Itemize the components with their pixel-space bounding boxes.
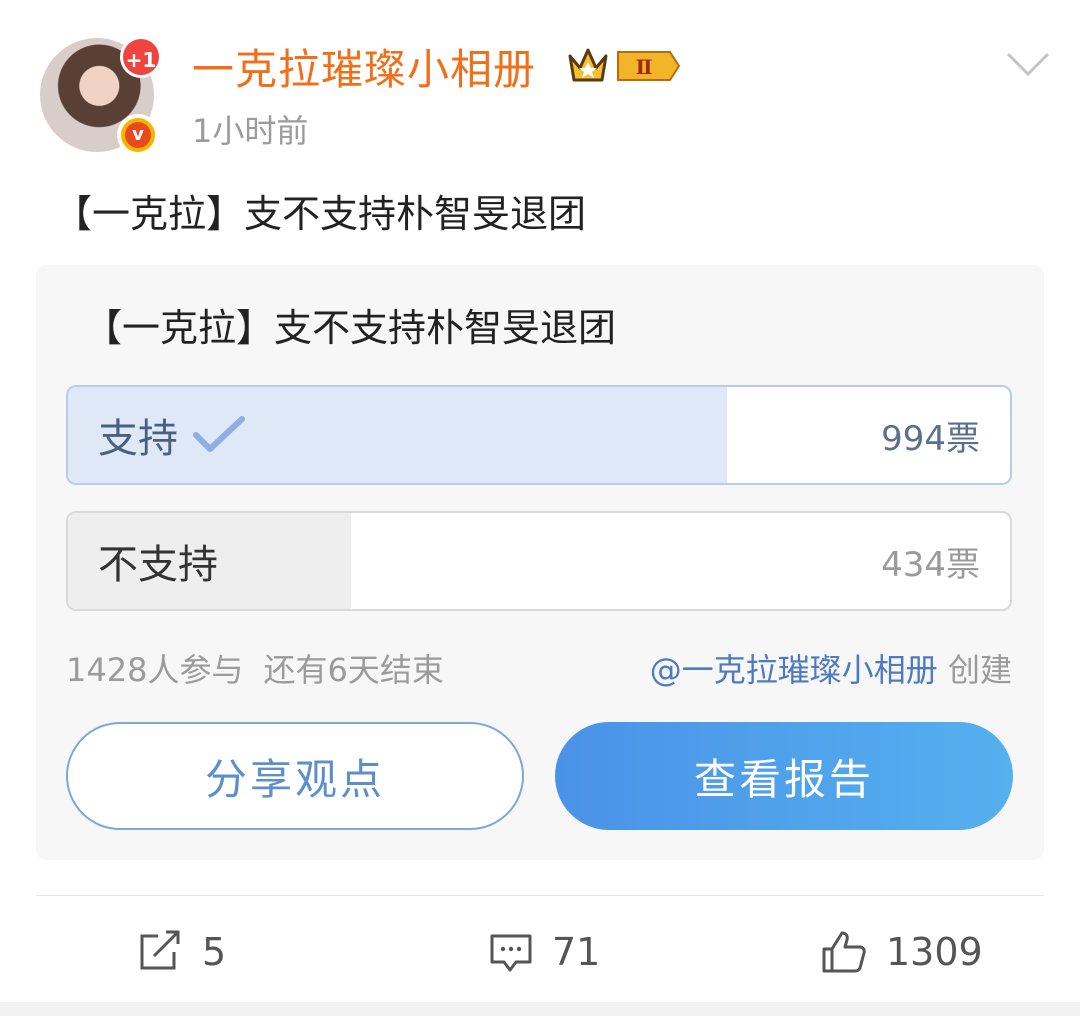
notification-badge: +1 — [120, 36, 162, 78]
poll-option-votes: 434票 — [881, 544, 980, 585]
poll-option-label: 支持 — [98, 416, 178, 462]
like-count: 1309 — [886, 930, 983, 974]
repost-icon — [140, 930, 180, 970]
feed-separator — [0, 1002, 1080, 1016]
divider — [36, 895, 1044, 896]
poll-meta: 1428人参与 还有6天结束 @一克拉璀璨小相册 创建 — [66, 645, 1012, 695]
poll-option-votes: 994票 — [881, 418, 980, 459]
thumbs-up-icon — [822, 931, 866, 973]
view-report-button[interactable]: 查看报告 — [555, 722, 1013, 830]
comment-icon — [490, 934, 532, 972]
poll-time-left: 还有6天结束 — [263, 651, 444, 689]
poll-title: 【一克拉】支不支持朴智旻退团 — [84, 306, 617, 350]
comment-button[interactable]: 71 — [488, 920, 600, 984]
like-button[interactable]: 1309 — [820, 920, 983, 984]
post-text: 【一克拉】支不支持朴智旻退团 — [54, 192, 587, 236]
post-timestamp: 1小时前 — [192, 112, 309, 150]
share-opinion-button[interactable]: 分享观点 — [66, 722, 524, 830]
poll-card: 【一克拉】支不支持朴智旻退团 支持 994票 不支持 434票 1428人参与还… — [36, 265, 1044, 860]
poll-option-label: 不支持 — [98, 542, 218, 588]
post-header: +1 v 一克拉璀璨小相册 Ⅱ 1小时前 — [0, 0, 1080, 170]
crown-level-text: Ⅱ — [636, 55, 653, 79]
repost-button[interactable]: 5 — [136, 920, 226, 984]
comment-count: 71 — [552, 930, 601, 974]
check-icon — [193, 416, 245, 452]
poll-created-label: 创建 — [947, 651, 1012, 689]
poll-option-support[interactable]: 支持 994票 — [66, 385, 1012, 485]
poll-option-oppose[interactable]: 不支持 434票 — [66, 511, 1012, 611]
verified-icon: v — [117, 114, 159, 156]
poll-participants: 1428人参与 — [66, 651, 244, 689]
chevron-down-icon[interactable] — [1006, 50, 1050, 80]
crown-level-icon[interactable]: Ⅱ — [566, 44, 681, 88]
verified-letter: v — [125, 122, 151, 148]
username[interactable]: 一克拉璀璨小相册 — [192, 42, 536, 98]
poll-creator-link[interactable]: @一克拉璀璨小相册 — [650, 651, 938, 689]
repost-count: 5 — [202, 930, 227, 974]
